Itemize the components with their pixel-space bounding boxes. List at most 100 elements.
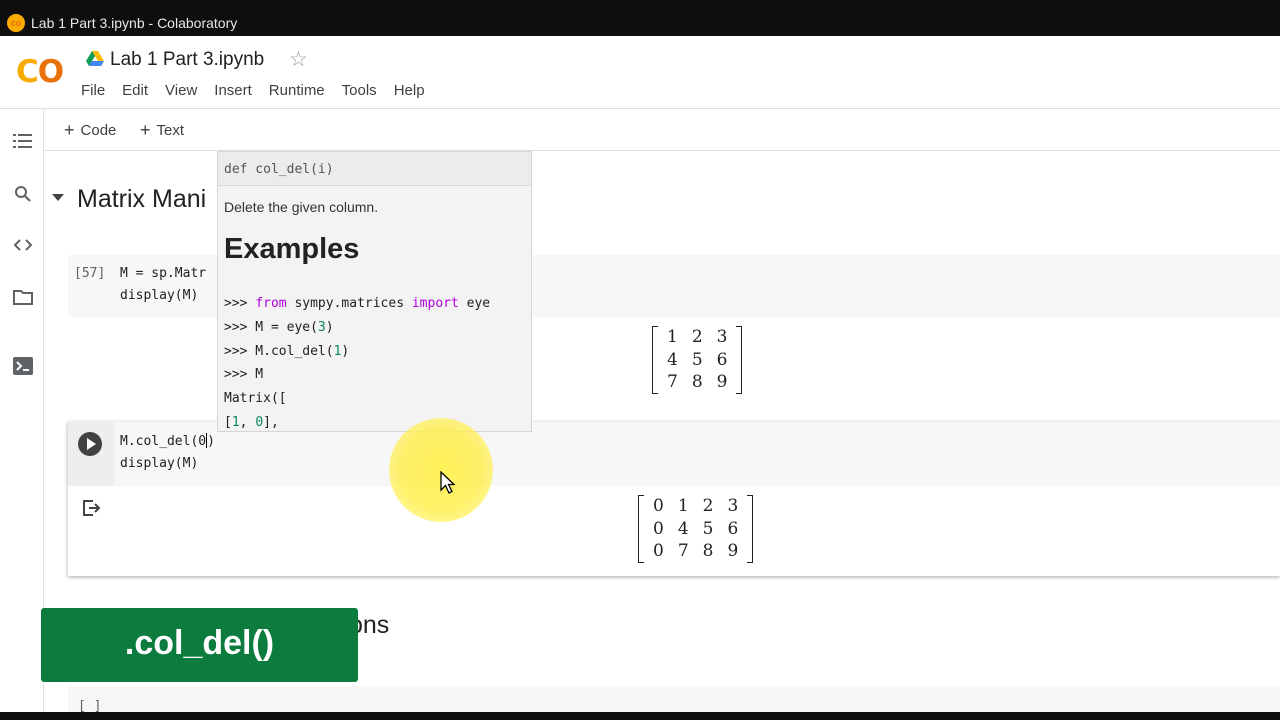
- code-text: M.col_del(0: [120, 434, 207, 449]
- banner-text: .col_del(): [124, 624, 275, 662]
- matrix-entry: 0: [653, 518, 664, 539]
- example-code-line: >>> M = eye(3): [224, 316, 490, 340]
- cell-gutter: [68, 422, 114, 486]
- table-of-contents-icon[interactable]: [12, 133, 34, 153]
- matrix-entry: 5: [691, 349, 703, 370]
- menu-help[interactable]: Help: [394, 82, 425, 99]
- left-sidebar: [0, 109, 44, 720]
- plus-icon: +: [140, 120, 151, 140]
- matrix-entry: 1: [667, 327, 678, 347]
- code-snippets-icon[interactable]: [12, 237, 34, 257]
- code-token: >>> M.col_del(: [224, 343, 334, 359]
- matrix-entry: 1: [677, 496, 689, 516]
- matrix-entry: 3: [727, 496, 739, 516]
- menu-edit[interactable]: Edit: [122, 82, 148, 99]
- function-signature: def col_del(i): [218, 152, 531, 186]
- right-bracket: [736, 326, 743, 394]
- add-code-button[interactable]: + Code: [64, 120, 116, 141]
- matrix-entry: 3: [716, 327, 728, 347]
- colab-favicon-icon: co: [7, 14, 25, 32]
- matrix-entry: 7: [677, 541, 689, 561]
- search-icon[interactable]: [12, 185, 34, 205]
- matrix-entry: 8: [702, 541, 714, 561]
- run-cell-button[interactable]: [78, 432, 102, 456]
- menu-insert[interactable]: Insert: [214, 82, 252, 99]
- matrix-entry: 7: [667, 372, 678, 392]
- example-code-line: Matrix([: [224, 387, 490, 411]
- matrix-entry: 2: [702, 496, 714, 516]
- left-bracket: [652, 326, 658, 394]
- code-token: import: [411, 296, 459, 311]
- code-cell-2[interactable]: M.col_del(0) display(M) 0123 0456 0789: [68, 422, 1280, 576]
- files-icon[interactable]: [12, 289, 34, 309]
- window-titlebar: co Lab 1 Part 3.ipynb - Colaboratory: [0, 0, 1280, 36]
- notebook-title[interactable]: Lab 1 Part 3.ipynb: [110, 49, 264, 71]
- add-text-button[interactable]: + Text: [140, 120, 184, 141]
- menu-bar: File Edit View Insert Runtime Tools Help: [81, 82, 442, 99]
- matrix-entry: 6: [727, 518, 739, 539]
- matrix-3x4: 0123 0456 0789: [638, 495, 754, 563]
- code-text: ): [207, 434, 215, 449]
- menu-file[interactable]: File: [81, 82, 105, 99]
- matrix-entry: 0: [653, 496, 664, 516]
- matrix-entry: 9: [716, 372, 728, 392]
- matrix-entry: 0: [653, 541, 664, 561]
- cell-1-output-matrix: 123 456 789: [652, 326, 743, 399]
- example-code: >>> from sympy.matrices import eye >>> M …: [224, 292, 490, 431]
- code-token: 1: [231, 414, 240, 430]
- tooltip-description: Delete the given column.: [224, 199, 379, 215]
- add-code-label: Code: [80, 122, 117, 139]
- example-code-line: >>> M: [224, 363, 490, 387]
- click-highlight: [389, 418, 493, 522]
- terminal-icon[interactable]: [12, 357, 34, 377]
- example-code-line: >>> M.col_del(1): [224, 340, 490, 364]
- code-cell-3[interactable]: [ ]: [68, 686, 1280, 714]
- cell-2-output-matrix: 0123 0456 0789: [638, 495, 754, 568]
- matrix-entry: 9: [727, 541, 739, 561]
- examples-heading: Examples: [224, 233, 360, 265]
- colab-logo[interactable]: CO: [16, 54, 64, 90]
- code-token: from: [255, 296, 287, 311]
- section-title: Matrix Mani: [77, 185, 207, 213]
- code-token: Matrix([: [224, 391, 287, 407]
- code-line: display(M): [120, 288, 199, 303]
- bottom-edge: [0, 712, 1280, 720]
- matrix-entry: 4: [677, 518, 689, 539]
- code-token: ): [325, 319, 334, 335]
- code-token: ],: [263, 414, 279, 430]
- notebook-toolbar: + Code + Text: [0, 109, 1280, 151]
- video-caption-banner: .col_del(): [41, 608, 358, 682]
- cell-1-source[interactable]: M = sp.Matr display(M): [120, 263, 206, 307]
- mouse-pointer-icon: [440, 471, 456, 494]
- matrix-entry: 5: [702, 518, 714, 539]
- matrix-entry: 6: [716, 349, 728, 370]
- cell-2-source[interactable]: M.col_del(0) display(M): [120, 431, 215, 475]
- collapse-caret-icon[interactable]: [52, 194, 64, 201]
- add-text-label: Text: [156, 122, 185, 139]
- code-line: M.col_del(0): [120, 431, 215, 453]
- code-token: ): [341, 343, 350, 359]
- code-token: >>> M: [224, 367, 264, 383]
- matrix-3x3: 123 456 789: [652, 326, 743, 394]
- code-token: ,: [239, 414, 256, 430]
- example-code-line: >>> from sympy.matrices import eye: [224, 292, 490, 316]
- menu-runtime[interactable]: Runtime: [269, 82, 325, 99]
- execution-count: [57]: [74, 266, 106, 281]
- star-icon[interactable]: ☆: [289, 47, 308, 72]
- docstring-tooltip: def col_del(i) Delete the given column. …: [217, 151, 532, 432]
- code-token: eye: [458, 296, 491, 311]
- google-drive-icon[interactable]: [86, 51, 104, 67]
- matrix-entry: 2: [691, 327, 703, 347]
- code-token: >>>: [224, 296, 256, 311]
- window-title: Lab 1 Part 3.ipynb - Colaboratory: [31, 15, 238, 31]
- output-actions-icon[interactable]: [83, 500, 101, 521]
- matrix-entry: 4: [667, 349, 678, 370]
- plus-icon: +: [64, 120, 75, 140]
- code-token: [: [224, 414, 232, 430]
- colab-header: CO Lab 1 Part 3.ipynb ☆ File Edit View I…: [0, 36, 1280, 109]
- matrix-entry: 8: [691, 372, 703, 392]
- menu-view[interactable]: View: [165, 82, 197, 99]
- code-token: 0: [255, 414, 264, 430]
- menu-tools[interactable]: Tools: [342, 82, 377, 99]
- code-token: 3: [317, 319, 326, 335]
